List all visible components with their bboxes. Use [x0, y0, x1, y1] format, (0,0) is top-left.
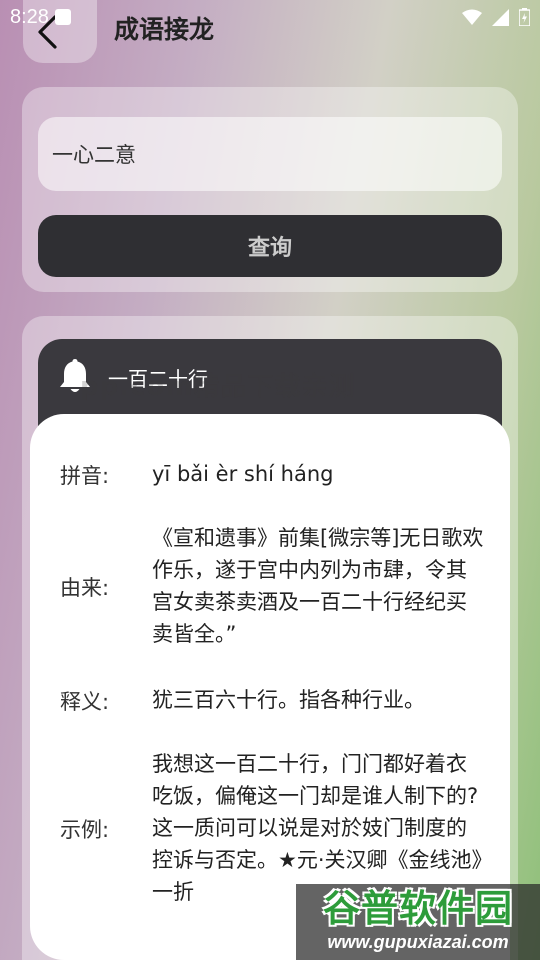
pinyin-value: yī bǎi èr shí háng [152, 462, 334, 486]
search-card: 一心二意 查询 [22, 87, 518, 292]
app-square-icon [54, 9, 71, 25]
site-logo: 谷普软件园 www.gupuxiazai.com [296, 884, 540, 960]
battery-icon [519, 8, 530, 26]
idiom-search-input[interactable]: 一心二意 [38, 117, 502, 191]
origin-label: 由来: [60, 576, 110, 600]
status-left: 8:28 [10, 6, 71, 29]
origin-value: 《宣和遗事》前集[微宗等]无日歌欢作乐，遂于宫中内列为市肆，令其宫女卖茶卖酒及一… [152, 526, 484, 646]
watermark-text: pp.com精品下载亲测 [80, 372, 356, 402]
wifi-icon [462, 9, 482, 25]
query-button[interactable]: 查询 [38, 215, 502, 277]
meaning-label: 释义: [60, 690, 110, 714]
status-icons [462, 8, 530, 26]
signal-icon [492, 8, 509, 26]
status-time: 8:28 [10, 5, 49, 28]
example-label: 示例: [60, 818, 110, 842]
site-logo-name: 谷普软件园 [323, 887, 513, 930]
site-logo-url: www.gupuxiazai.com [327, 932, 509, 952]
pinyin-label: 拼音: [60, 464, 110, 488]
status-bar: 8:28 [0, 0, 540, 34]
meaning-value: 犹三百六十行。指各种行业。 [152, 688, 425, 712]
detail-sheet: 拼音: yī bǎi èr shí háng 由来: 《宣和遗事》前集[微宗等]… [30, 414, 510, 960]
